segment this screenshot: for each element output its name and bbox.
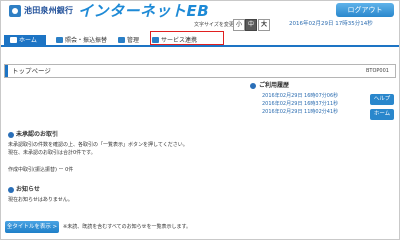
tab-admin-label: 管理 [127, 37, 140, 44]
bank-logo-icon [9, 5, 21, 17]
notice-title: お知らせ [16, 186, 40, 193]
unapproved-line: 未承認取引の件数を確認の上、各取引の「一覧表示」ボタンを押してください。 [8, 142, 188, 148]
home-button[interactable]: ホーム [370, 109, 394, 120]
tab-inquiry-label: 照会・振込振替 [65, 37, 108, 44]
unapproved-line: 現在、未承認のお取引は合計0件です。 [8, 150, 96, 156]
font-size-medium-button[interactable]: 中 [245, 19, 257, 31]
page-title-accent [5, 65, 8, 77]
page-title: トップページ [12, 67, 51, 75]
tab-inquiry-transfer[interactable]: 照会・振込振替 [56, 35, 112, 46]
service-title: インターネットEB [78, 2, 210, 20]
document-icon [56, 37, 63, 43]
history-entry: 2016年02月29日 11時02分41秒 [262, 109, 339, 115]
unapproved-line: 作成中取引(振込振替) ー 0件 [8, 167, 74, 173]
tab-home-label: ホーム [19, 37, 37, 44]
home-icon [10, 37, 17, 43]
history-bullet-icon [250, 83, 256, 89]
page-title-box [4, 64, 396, 78]
history-entry: 2016年02月29日 16時37分11秒 [262, 101, 339, 107]
logout-button[interactable]: ログアウト [336, 3, 394, 17]
tab-home[interactable]: ホーム [4, 35, 46, 46]
history-entry: 2016年02月29日 16時07分06秒 [262, 93, 339, 99]
font-size-small-button[interactable]: 小 [233, 19, 245, 31]
history-title: ご利用履歴 [259, 82, 290, 89]
font-size-large-button[interactable]: 大 [258, 19, 270, 31]
current-datetime: 2016年02月29日 17時35分14秒 [289, 21, 373, 27]
help-button[interactable]: ヘルプ [370, 94, 394, 105]
font-size-label: 文字サイズを変更 [194, 22, 234, 28]
bank-name: 池田泉州銀行 [24, 6, 74, 15]
folder-icon [118, 37, 125, 43]
notice-empty-message: 現在お知らせはありません。 [8, 197, 73, 203]
unapproved-title: 未承認のお取引 [16, 131, 59, 138]
notice-bullet-icon [8, 187, 14, 193]
tab-highlight-box [150, 31, 224, 45]
page-id: BTOP001 [366, 68, 389, 74]
show-all-titles-button[interactable]: 全タイトルを表示 > [5, 221, 59, 233]
unapproved-bullet-icon [8, 132, 14, 138]
tab-admin[interactable]: 管理 [118, 35, 150, 46]
show-all-titles-note: ※未読、既読を含むすべてのお知らせを一覧表示します。 [63, 224, 192, 230]
